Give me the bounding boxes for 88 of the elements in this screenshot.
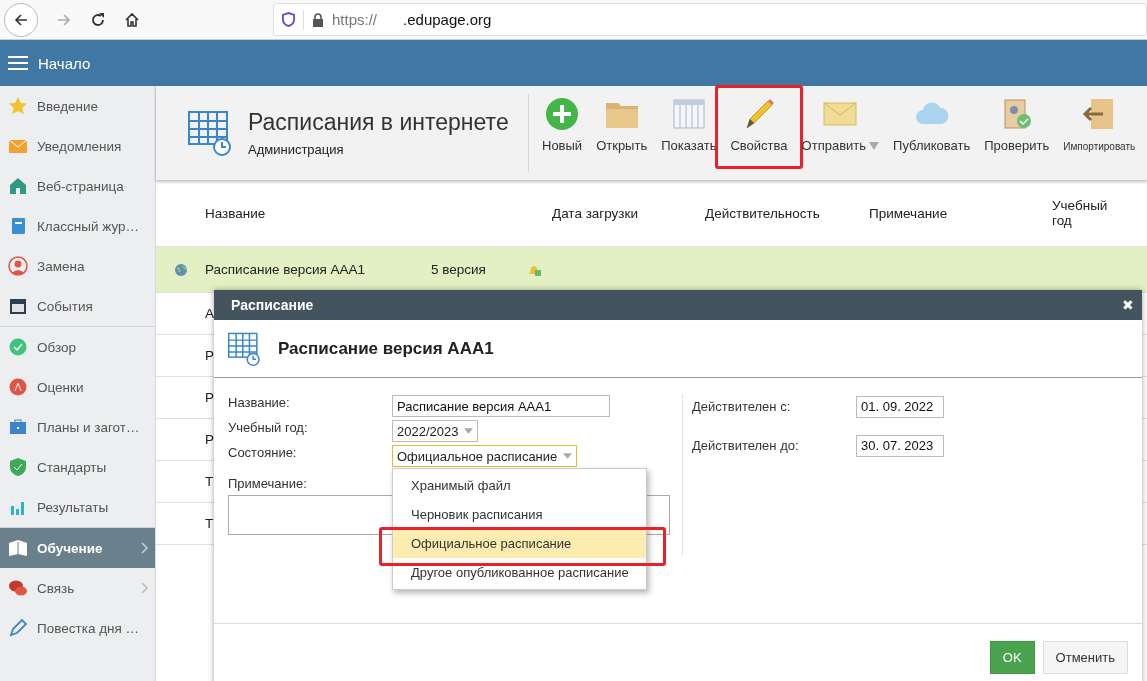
back-button[interactable]	[4, 2, 38, 37]
dialog-heading: Расписание версия AAA1	[278, 338, 494, 359]
sidebar-item[interactable]: Стандарты	[0, 447, 155, 487]
address-bar[interactable]: https:// .edupage.org	[273, 3, 1147, 36]
pen-icon	[8, 618, 28, 638]
field-label: Действителен до:	[692, 438, 800, 453]
sidebar-item[interactable]: Обучение	[0, 528, 155, 568]
chevron-icon	[141, 542, 149, 554]
chat-icon	[8, 578, 28, 598]
field-label: Учебный год:	[228, 420, 309, 435]
app-title[interactable]: Начало	[38, 54, 91, 72]
column-header[interactable]: Учебный год	[1052, 198, 1132, 228]
sidebar-item[interactable]: Оценки	[0, 367, 155, 407]
sidebar-item[interactable]: Замена	[0, 246, 155, 286]
globe-icon	[173, 262, 188, 277]
toolbar-button[interactable]: Свойства	[723, 94, 795, 155]
field-label: Примечание:	[228, 476, 308, 491]
shield-icon	[282, 12, 295, 27]
close-button[interactable]: ✖	[1118, 295, 1138, 315]
url-domain: .edupage.org	[403, 11, 492, 28]
sidebar-item[interactable]: События	[0, 286, 155, 326]
briefcase-icon	[8, 417, 28, 437]
book-icon	[8, 538, 28, 558]
sidebar-item[interactable]: Веб-страница	[0, 166, 155, 206]
table-cell: Р	[205, 348, 214, 363]
home-icon[interactable]	[124, 11, 140, 28]
grid-icon	[670, 96, 707, 132]
table-cell: Т	[205, 474, 214, 489]
dropdown-option[interactable]: Хранимый файл	[393, 471, 646, 500]
sidebar-item[interactable]: Связь	[0, 568, 155, 608]
caret-icon	[563, 453, 573, 459]
grade-icon	[8, 377, 28, 397]
page-title: Расписания в интернете	[248, 109, 509, 136]
select-field[interactable]: 2022/2023	[392, 420, 479, 442]
star-icon	[8, 96, 28, 116]
menu-icon[interactable]	[8, 55, 28, 71]
toolbar-button[interactable]: Публиковать	[886, 94, 978, 155]
name-field[interactable]: Расписание версия AAA1	[392, 395, 610, 417]
sidebar-item[interactable]: Результаты	[0, 487, 155, 527]
date-field[interactable]: 30. 07. 2023	[856, 434, 944, 457]
field-label: Название:	[228, 395, 291, 410]
plus-icon	[544, 96, 581, 132]
date-field[interactable]: 01. 09. 2022	[856, 395, 944, 418]
caret-icon	[869, 141, 880, 150]
sidebar-item[interactable]: Повестка дня …	[0, 608, 155, 648]
page-subtitle: Администрация	[248, 142, 345, 157]
check-icon	[8, 337, 28, 357]
table-cell: Р	[205, 432, 214, 447]
dropdown-option[interactable]: Черновик расписания	[393, 500, 646, 529]
column-header[interactable]: Действительность	[705, 205, 869, 221]
table-cell: Т	[205, 516, 214, 531]
person-icon	[8, 256, 28, 276]
sidebar-item[interactable]: Планы и загот…	[0, 407, 155, 447]
timetable-icon	[188, 110, 234, 156]
sidebar-item[interactable]: Классный жур…	[0, 206, 155, 246]
caret-icon	[464, 428, 474, 434]
table-row[interactable]: Расписание версия AAA1 5 версия	[156, 247, 1147, 293]
column-header[interactable]: Дата загрузки	[552, 205, 705, 221]
sidebar-item[interactable]: Обзор	[0, 327, 155, 367]
cancel-button[interactable]: Отменить	[1042, 640, 1128, 674]
timetable-icon	[228, 331, 262, 366]
toolbar-button[interactable]: Новый	[535, 94, 590, 155]
house-icon	[8, 176, 28, 196]
arrow-icon	[13, 11, 29, 28]
calendar-icon	[8, 296, 28, 316]
sidebar-item[interactable]: Введение	[0, 86, 155, 126]
table-cell: 5 версия	[431, 262, 486, 277]
dropdown-option[interactable]: Официальное расписание	[393, 529, 646, 558]
sidebar-item[interactable]: Уведомления	[0, 126, 155, 166]
reload-icon[interactable]	[90, 11, 106, 28]
shield-icon	[8, 457, 28, 477]
toolbar-button[interactable]: Открыть	[589, 94, 655, 155]
url-scheme: https://	[332, 11, 378, 28]
table-cell: Р	[205, 390, 214, 405]
column-header[interactable]: Название	[205, 205, 552, 221]
table-cell: Расписание версия AAA1	[205, 262, 366, 277]
field-label: Состояние:	[228, 445, 298, 460]
dropdown-option[interactable]: Другое опубликованное расписание	[393, 558, 646, 587]
column-header[interactable]: Примечание	[869, 205, 1052, 221]
lock-icon	[312, 12, 324, 27]
field-label: Действителен с:	[692, 399, 792, 414]
table-cell: А	[205, 306, 214, 321]
toolbar-button[interactable]: Проверить	[977, 94, 1057, 155]
toolbar-button[interactable]: Импортировать	[1056, 94, 1143, 154]
toolbar-button[interactable]: Показать	[654, 94, 724, 155]
chevron-icon	[141, 582, 149, 594]
dialog-title: Расписание	[231, 297, 314, 313]
select-field[interactable]: Официальное расписание	[392, 445, 578, 467]
